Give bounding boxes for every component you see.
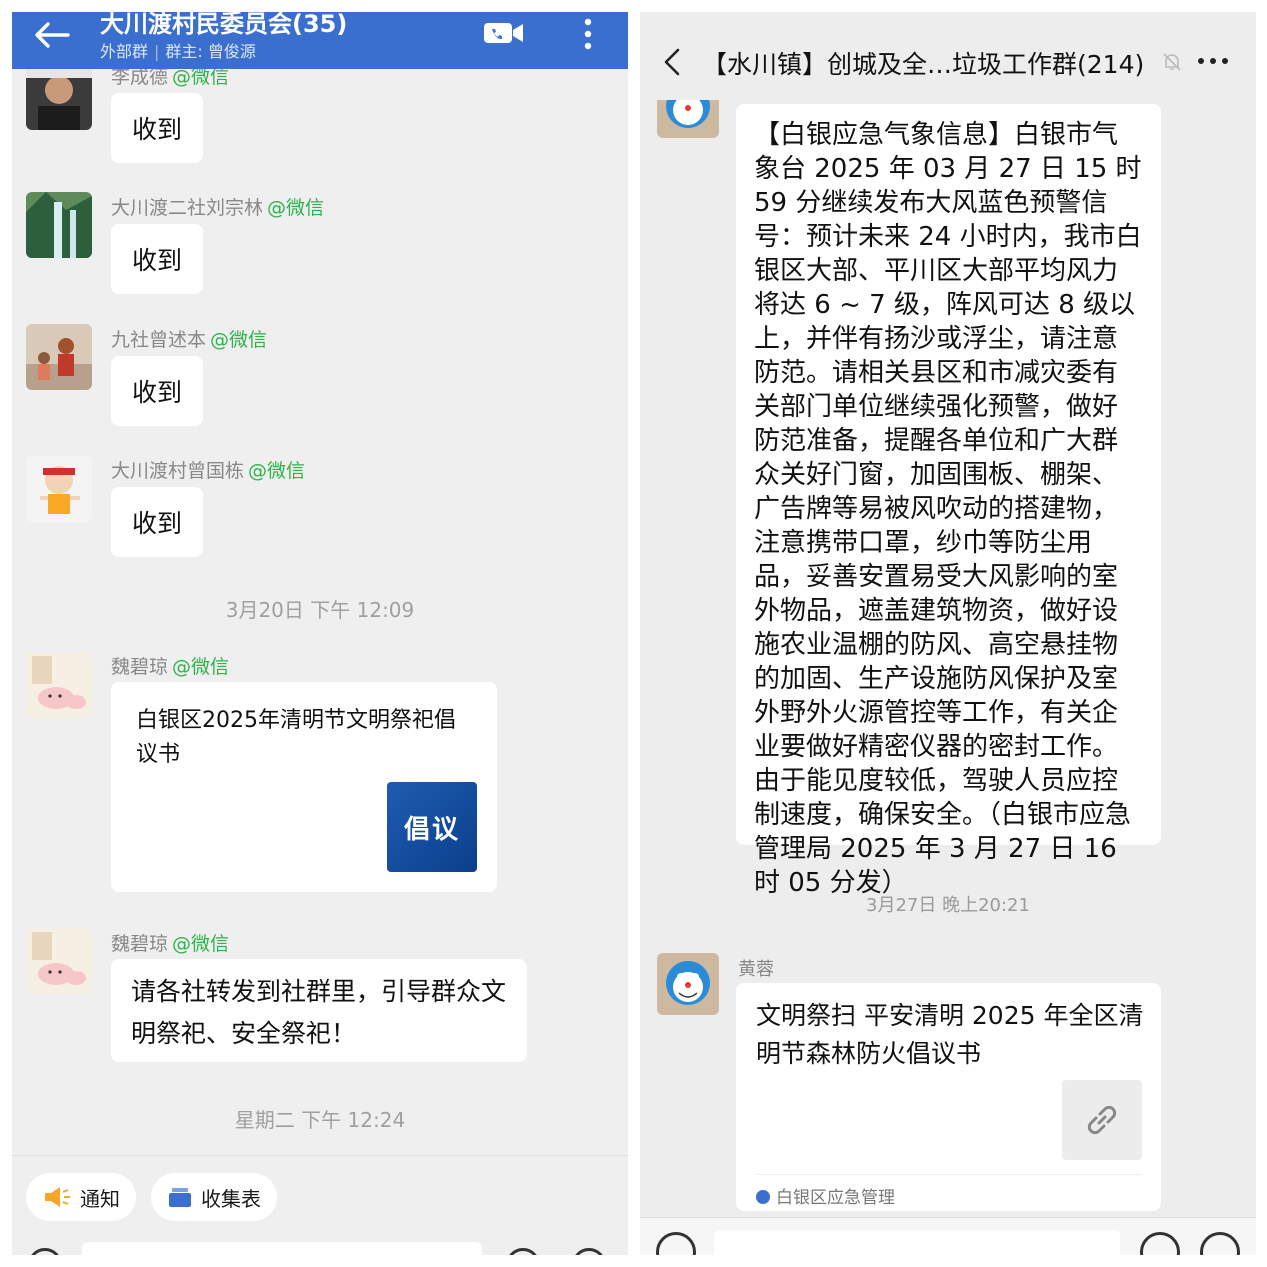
message-text: 【白银应急气象信息】白银市气象台 2025 年 03 月 27 日 15 时 5… (754, 120, 1142, 898)
link-thumbnail (1062, 1080, 1142, 1160)
link-card[interactable]: 文明祭扫 平安清明 2025 年全区清明节森林防火倡议书 白银区应急管理 (736, 983, 1161, 1211)
timestamp: 星期二 下午 12:24 (234, 1108, 406, 1132)
megaphone-icon (45, 1187, 70, 1207)
right-chat-screen: 【白银应急气象信息】白银市气象台 2025 年 03 月 27 日 15 时 5… (640, 12, 1256, 1255)
back-chevron-icon[interactable] (662, 48, 682, 76)
sender-name: 大川渡村曾国栋 @微信 (111, 460, 306, 482)
chip-label: 收集表 (201, 1186, 261, 1211)
avatar[interactable] (26, 928, 92, 994)
message-input[interactable] (82, 1242, 482, 1255)
message-bubble[interactable]: 收到 (111, 93, 204, 163)
chat-subtitle: 外部群 | 群主: 曾俊源 (100, 42, 256, 61)
avatar[interactable] (26, 192, 92, 258)
left-chat-screen: 李成德 @微信 收到 大川渡村民委员会(35) 外部群 | 群主: 曾俊源 大川渡二社… (12, 12, 628, 1255)
sender-name: 九社曾述本 @微信 (111, 329, 268, 351)
chip-label: 通知 (80, 1186, 120, 1211)
more-options-icon[interactable] (578, 14, 598, 54)
voice-icon[interactable] (656, 1232, 696, 1255)
message-input[interactable] (714, 1230, 1120, 1255)
add-icon[interactable] (572, 1248, 606, 1255)
timestamp: 3月27日 晚上20:21 (866, 895, 1030, 916)
sender-name: 黄蓉 (738, 959, 774, 980)
voice-icon[interactable] (28, 1248, 62, 1255)
timestamp: 3月20日 下午 12:09 (225, 598, 415, 622)
emoji-icon[interactable] (506, 1248, 540, 1255)
chat-title: 【水川镇】创城及全…垃圾工作群(214) (702, 50, 1145, 79)
input-bar (640, 1217, 1256, 1255)
sender-name: 魏碧琼 @微信 (111, 933, 230, 955)
source-logo-icon (756, 1190, 770, 1204)
link-title: 文明祭扫 平安清明 2025 年全区清明节森林防火倡议书 (756, 1001, 1144, 1068)
weather-alert-message[interactable]: 【白银应急气象信息】白银市气象台 2025 年 03 月 27 日 15 时 5… (736, 104, 1161, 898)
avatar[interactable] (26, 652, 92, 718)
message-bubble[interactable]: 收到 (111, 487, 204, 557)
chat-header: 大川渡村民委员会(35) 外部群 | 群主: 曾俊源 (12, 12, 628, 69)
message-bubble[interactable]: 请各社转发到社群里，引导群众文明祭祀、安全祭祀！ (111, 959, 527, 1062)
message-bubble[interactable]: 收到 (111, 356, 204, 426)
mute-bell-icon (1163, 53, 1181, 71)
divider (12, 1155, 628, 1156)
document-card[interactable]: 白银区2025年清明节文明祭祀倡议书 倡议 (111, 682, 497, 892)
avatar[interactable] (26, 324, 92, 390)
sender-name: 魏碧琼 @微信 (111, 656, 230, 678)
collect-form-chip[interactable]: 收集表 (151, 1173, 277, 1221)
form-stack-icon (169, 1188, 191, 1207)
card-thumbnail: 倡议 (387, 782, 477, 872)
avatar[interactable] (26, 64, 92, 130)
back-arrow-icon[interactable] (32, 20, 72, 50)
add-icon[interactable] (1200, 1232, 1240, 1255)
link-icon (1087, 1105, 1117, 1135)
chat-title: 大川渡村民委员会(35) (100, 12, 348, 38)
emoji-icon[interactable] (1140, 1232, 1180, 1255)
video-call-icon[interactable] (482, 18, 526, 48)
avatar[interactable] (657, 953, 719, 1015)
divider (756, 1174, 1141, 1175)
more-options-icon[interactable] (1196, 56, 1230, 66)
card-title: 白银区2025年清明节文明祭祀倡议书 (136, 708, 456, 767)
notice-chip[interactable]: 通知 (26, 1173, 136, 1221)
message-bubble[interactable]: 收到 (111, 224, 204, 294)
sender-name: 大川渡二社刘宗林 @微信 (111, 197, 325, 219)
avatar[interactable] (26, 456, 92, 522)
chat-header: 【水川镇】创城及全…垃圾工作群(214) (640, 12, 1256, 100)
link-source: 白银区应急管理 (756, 1183, 895, 1208)
